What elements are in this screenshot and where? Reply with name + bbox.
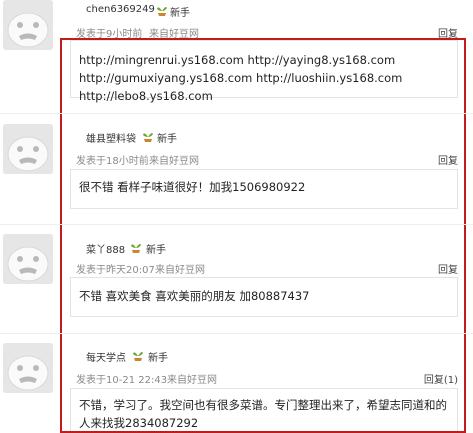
- comment-text: 很不错 看样子味道很好！加我1506980922: [79, 180, 306, 194]
- sprout-rank-icon: [131, 244, 141, 253]
- post-time: 发表于10-21 22:43: [76, 375, 168, 386]
- default-avatar-icon: [3, 0, 53, 50]
- default-avatar-icon: [3, 124, 53, 174]
- divider: [0, 333, 473, 334]
- comment-content: 不错，学习了。我空间也有很多菜谱。专门整理出来了，希望志同道和的人来找我2834…: [70, 388, 458, 431]
- username[interactable]: chen6369249: [86, 4, 155, 15]
- comment-text: http://mingrenrui.ys168.com http://yayin…: [79, 53, 403, 103]
- avatar[interactable]: [3, 0, 53, 50]
- reply-button[interactable]: 回复(1): [424, 371, 458, 386]
- sprout-rank-icon: [133, 352, 143, 361]
- rank-label: 新手: [157, 134, 177, 145]
- rank-label: 新手: [146, 245, 166, 256]
- post-source: 来自好豆网: [149, 156, 199, 167]
- avatar[interactable]: [3, 234, 53, 284]
- rank-label: 新手: [148, 353, 168, 364]
- sprout-rank-icon: [157, 7, 167, 16]
- divider: [0, 224, 473, 225]
- post-time: 发表于昨天20:07: [76, 265, 155, 276]
- reply-button[interactable]: 回复: [438, 152, 458, 167]
- username[interactable]: 雄县塑料袋: [86, 130, 136, 145]
- reply-button[interactable]: 回复: [438, 25, 458, 40]
- avatar[interactable]: [3, 343, 53, 393]
- comment-text: 不错 喜欢美食 喜欢美丽的朋友 加80887437: [79, 289, 310, 303]
- comment-content: http://mingrenrui.ys168.com http://yayin…: [70, 40, 458, 103]
- default-avatar-icon: [3, 343, 53, 393]
- sprout-rank-icon: [143, 133, 153, 142]
- default-avatar-icon: [3, 234, 53, 284]
- rank-label: 新手: [170, 8, 190, 19]
- divider: [0, 113, 473, 114]
- username[interactable]: 每天学点: [86, 349, 126, 364]
- avatar[interactable]: [3, 124, 53, 174]
- username[interactable]: 菜丫888: [86, 241, 125, 256]
- reply-button[interactable]: 回复: [438, 261, 458, 276]
- post-time: 发表于18小时前: [76, 156, 149, 167]
- post-source: 来自好豆网: [167, 375, 217, 386]
- comment-content: 很不错 看样子味道很好！加我1506980922: [70, 169, 458, 209]
- comment-text: 不错，学习了。我空间也有很多菜谱。专门整理出来了，希望志同道和的人来找我2834…: [79, 398, 447, 430]
- comment-content: 不错 喜欢美食 喜欢美丽的朋友 加80887437: [70, 277, 458, 317]
- post-source: 来自好豆网: [149, 29, 199, 40]
- post-source: 来自好豆网: [155, 265, 205, 276]
- post-time: 发表于9小时前: [76, 29, 143, 40]
